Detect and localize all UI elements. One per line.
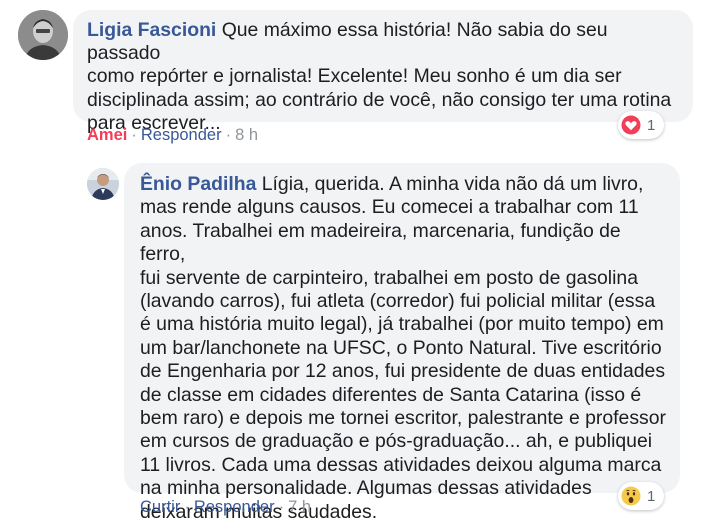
reply-author-link[interactable]: Ênio Padilha (140, 173, 256, 195)
comment-author-link[interactable]: Ligia Fascioni (87, 19, 216, 41)
reaction-count-badge[interactable]: 1 (618, 482, 664, 510)
profile-photo-icon (18, 10, 68, 60)
separator-dot: · (131, 126, 137, 144)
reply-actions: Curtir · Responder · 7 h (140, 497, 311, 517)
like-button[interactable]: Curtir (140, 498, 180, 516)
separator-dot: · (278, 498, 285, 516)
reply-timestamp[interactable]: 7 h (288, 498, 311, 516)
wow-reaction-icon (621, 486, 641, 506)
reply-body: Ênio Padilha Lígia, querida. A minha vid… (140, 173, 666, 520)
comment-body: Ligia Fascioni Que máximo essa história!… (87, 19, 679, 135)
reply-button[interactable]: Responder (194, 498, 275, 516)
reply-bubble: Ênio Padilha Lígia, querida. A minha vid… (124, 163, 680, 520)
avatar-ligia[interactable] (18, 10, 68, 60)
comment-actions: Amei · Responder · 8 h (87, 125, 258, 145)
comment-timestamp[interactable]: 8 h (235, 126, 258, 144)
love-reaction-button[interactable]: Amei (87, 126, 127, 144)
separator-dot: · (184, 498, 190, 516)
reply-text: Lígia, querida. A minha vida não dá um l… (140, 173, 666, 520)
profile-photo-icon (87, 168, 119, 200)
avatar-enio[interactable] (87, 168, 119, 200)
reaction-count: 1 (647, 116, 656, 134)
love-reaction-icon (621, 115, 641, 135)
separator-dot: · (225, 126, 232, 144)
reaction-count-badge[interactable]: 1 (618, 111, 664, 139)
comment-bubble: Ligia Fascioni Que máximo essa história!… (73, 10, 693, 134)
reply-button[interactable]: Responder (141, 126, 222, 144)
reaction-count: 1 (647, 487, 656, 505)
